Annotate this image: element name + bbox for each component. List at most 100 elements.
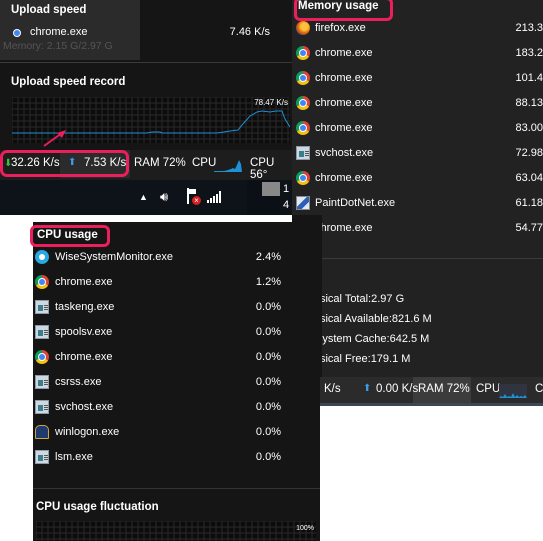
process-name: chrome.exe [315,172,373,184]
error-badge-icon: × [192,196,201,205]
cpu-value: 0.0% [255,426,281,438]
memory-process-row[interactable]: chrome.exe 88.13 [292,92,543,117]
cpu-process-row[interactable]: taskeng.exe 0.0% [33,296,293,321]
upload-speed: 0.00 K/s [376,383,419,395]
cpu-value: 0.0% [255,301,281,313]
chrome-icon [35,350,49,364]
cpu-graph-max-label: 100% [296,525,314,532]
cpu-fluctuation-graph: 100% [36,521,316,541]
ram-usage: RAM 72% [418,383,470,395]
win-icon [35,375,49,389]
clock-occluder [262,182,280,196]
memory-value: 88.13 [515,97,543,109]
highlight-box-speeds [0,150,129,177]
process-name: chrome.exe [315,47,373,59]
cpu-process-row[interactable]: csrss.exe 0.0% [33,371,293,396]
process-name: svchost.exe [315,147,374,159]
process-name: lsm.exe [55,451,93,463]
cpu-process-row[interactable]: winlogon.exe 0.0% [33,421,293,446]
cpu-value: 0.0% [255,376,281,388]
system-memory-line: System Cache:642.5 M [322,333,430,345]
chrome-icon [296,71,310,85]
volume-icon[interactable]: 🔊︎ [160,189,168,205]
windows-taskbar: ▲ 🔊︎ × 1 4 [0,180,292,215]
memory-value: 83.00 [515,122,543,134]
memory-process-row[interactable]: PaintDotNet.exe 61.18 [292,192,543,217]
memory-value: 54.77 [515,222,543,234]
clock-partial-bottom: 4 [283,199,290,211]
process-name: chrome.exe [315,97,373,109]
memory-value: 61.18 [515,197,543,209]
memory-process-row[interactable]: firefox.exe 213.3 [292,17,543,42]
cpu-value: 0.0% [255,351,281,363]
process-name: chrome.exe [55,276,113,288]
cpu-process-row[interactable]: lsm.exe 0.0% [33,446,293,471]
cpu-value: 0.0% [255,326,281,338]
chrome-icon [296,46,310,60]
chrome-icon [296,171,310,185]
wise-icon [35,250,49,264]
cpu-process-row[interactable]: spoolsv.exe 0.0% [33,321,293,346]
network-signal-icon[interactable] [207,191,223,203]
memory-process-row[interactable]: chrome.exe 63.04 [292,167,543,192]
process-name: chrome.exe [55,351,113,363]
upload-graph-max-label: 78.47 K/s [254,98,288,107]
background-gap [0,215,33,541]
memory-ghost-text: Memory: 2.15 G/2.97 G [3,40,113,52]
memory-process-row[interactable]: chrome.exe 183.2 [292,42,543,67]
process-name: PaintDotNet.exe [315,197,396,209]
cpu-label: CPU [192,157,217,169]
system-memory-line: Physical Total:2.97 G [322,293,405,305]
memory-process-row[interactable]: chrome.exe 54.77 [292,217,543,242]
firefox-icon [296,21,310,35]
memory-process-row[interactable]: chrome.exe 101.4 [292,67,543,92]
upload-record-title: Upload speed record [11,76,126,88]
cpu-mini-graph [214,160,242,172]
highlight-box-cpu [30,225,110,247]
win-icon [35,300,49,314]
cpu-temperature: CPU 56° [250,157,275,181]
memory-value: 63.04 [515,172,543,184]
process-name: winlogon.exe [55,426,120,438]
win-icon [35,400,49,414]
process-name: chrome.exe [315,222,373,234]
cpu-label: CPU [476,383,501,395]
paint-icon [296,196,310,210]
memory-process-row[interactable]: svchost.exe 72.98 [292,142,543,167]
cpu-process-row[interactable]: WiseSystemMonitor.exe 2.4% [33,246,293,271]
divider [322,258,543,259]
cpu-value: 0.0% [255,401,281,413]
show-hidden-icons-arrow[interactable]: ▲ [139,192,148,202]
process-name: WiseSystemMonitor.exe [55,251,173,263]
process-name: csrss.exe [55,376,102,388]
graph-grid [36,521,316,541]
cpu-process-row[interactable]: chrome.exe 1.2% [33,271,293,296]
memory-value: 101.4 [515,72,543,84]
cpu-mini-graph [499,384,527,398]
process-name: chrome.exe [315,72,373,84]
annotation-arrow [43,130,66,147]
cpu-process-row[interactable]: svchost.exe 0.0% [33,396,293,421]
ram-usage: RAM 72% [134,157,186,169]
memory-panel-status-bar[interactable]: K/s ⬆ 0.00 K/s RAM 72% CPU C [320,377,543,403]
process-upload-speed: 7.46 K/s [229,26,270,38]
memory-process-row[interactable]: chrome.exe 83.00 [292,117,543,142]
divider [0,62,292,63]
memory-value: 213.3 [515,22,543,34]
action-center-flag-icon[interactable]: × [186,188,201,205]
status-bar-bottom-edge [320,403,543,406]
divider [33,488,320,489]
cpu-process-row[interactable]: chrome.exe 0.0% [33,346,293,371]
cpu-value: 0.0% [255,451,281,463]
chrome-icon [296,121,310,135]
process-name: taskeng.exe [55,301,115,313]
clock-partial-top: 1 [283,183,290,195]
process-name: spoolsv.exe [55,326,113,338]
winlogon-icon [35,425,49,439]
upload-arrow-icon: ⬆ [363,383,372,394]
process-name: firefox.exe [315,22,366,34]
system-memory-line: Physical Free:179.1 M [322,353,411,365]
memory-value: 72.98 [515,147,543,159]
memory-value: 183.2 [515,47,543,59]
status-tail: C [535,383,543,395]
